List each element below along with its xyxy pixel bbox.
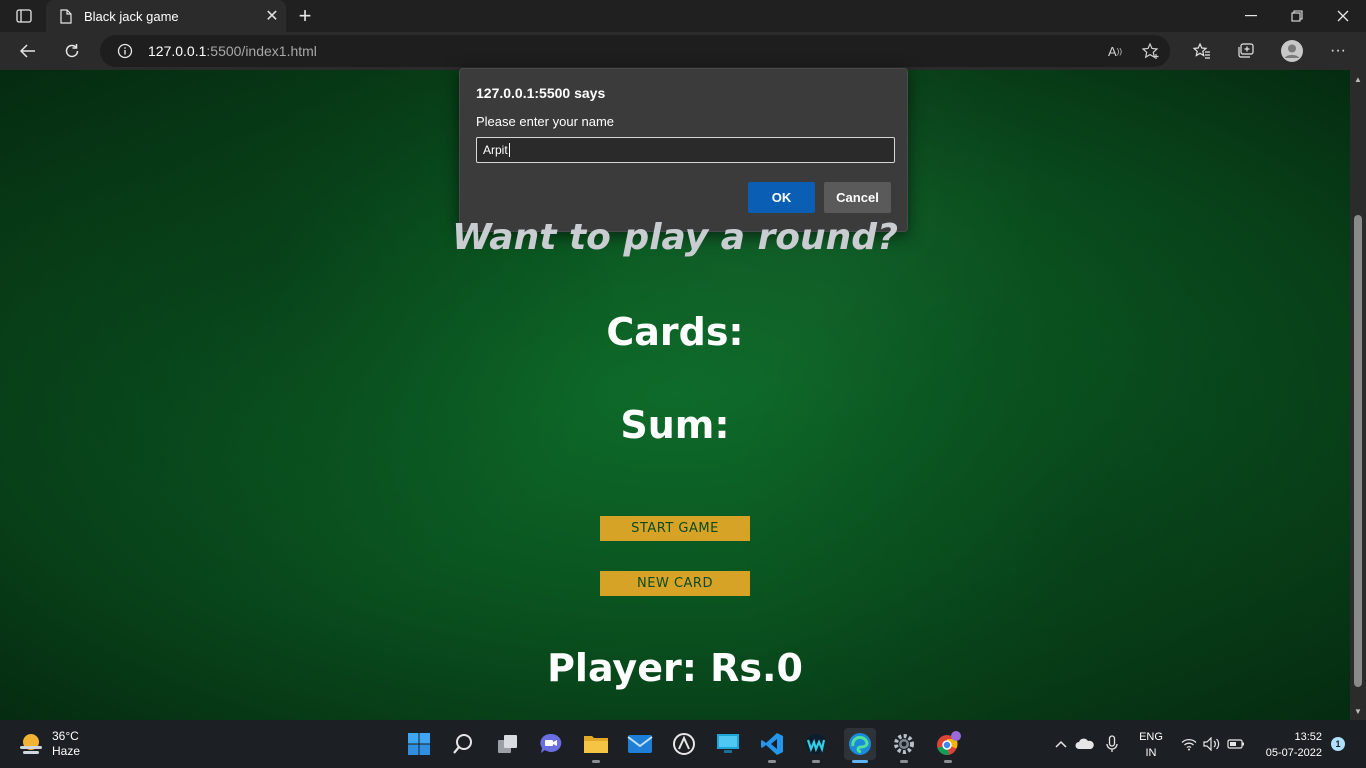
settings-icon[interactable]	[888, 728, 920, 763]
read-aloud-icon[interactable]: A))	[1100, 36, 1130, 66]
battery-icon[interactable]	[1227, 732, 1245, 756]
lang-line1: ENG	[1139, 731, 1163, 743]
page-heading: Want to play a round?	[452, 217, 898, 258]
page-scrollbar[interactable]: ▲ ▼	[1350, 70, 1366, 720]
cards-label: Cards:	[606, 310, 744, 354]
running-indicator	[900, 760, 908, 763]
weather-widget[interactable]: 36°C Haze	[18, 729, 80, 759]
prompt-dialog: 127.0.0.1:5500 says Please enter your na…	[459, 68, 908, 232]
running-indicator	[592, 760, 600, 763]
tab-actions-icon[interactable]	[10, 6, 38, 26]
task-view-icon[interactable]	[492, 728, 524, 760]
new-tab-icon[interactable]: +	[292, 3, 318, 28]
remote-desktop-icon[interactable]	[712, 728, 744, 760]
profile-avatar[interactable]	[1277, 36, 1307, 66]
scroll-down-icon[interactable]: ▼	[1350, 704, 1366, 718]
page-icon	[58, 8, 74, 24]
more-menu-icon[interactable]: ···	[1323, 36, 1353, 66]
player-label: Player: Rs.0	[547, 646, 803, 690]
tab-strip: Black jack game ✕ +	[0, 0, 1366, 32]
lang-line2: IN	[1145, 747, 1157, 759]
cancel-button[interactable]: Cancel	[824, 182, 891, 213]
onedrive-icon[interactable]	[1074, 732, 1096, 756]
favorites-icon[interactable]	[1187, 36, 1217, 66]
collections-icon[interactable]	[1231, 36, 1261, 66]
clock-date: 05-07-2022	[1265, 747, 1322, 759]
sum-label: Sum:	[620, 403, 730, 447]
tab-title: Black jack game	[84, 8, 179, 24]
file-explorer-icon[interactable]	[580, 728, 612, 763]
url-path: :5500/index1.html	[206, 43, 317, 59]
webex-icon[interactable]	[800, 728, 832, 763]
clock-time: 13:52	[1294, 731, 1322, 743]
volume-icon[interactable]	[1203, 732, 1221, 756]
microphone-icon[interactable]	[1103, 732, 1121, 756]
weather-haze-icon	[18, 731, 44, 757]
search-icon[interactable]	[447, 728, 479, 760]
chrome-icon[interactable]	[932, 728, 964, 763]
new-card-button[interactable]: NEW CARD	[600, 571, 750, 596]
notification-badge[interactable]: 1	[1331, 737, 1345, 751]
add-favorite-icon[interactable]	[1136, 36, 1166, 66]
back-icon[interactable]	[13, 36, 43, 66]
address-bar-row: 127.0.0.1:5500/index1.html A)) ···	[0, 32, 1366, 70]
text-caret	[508, 143, 510, 157]
running-indicator	[944, 760, 952, 763]
scroll-up-icon[interactable]: ▲	[1350, 72, 1366, 86]
chat-icon[interactable]	[535, 728, 567, 760]
edge-icon[interactable]	[844, 728, 876, 763]
restore-icon[interactable]	[1274, 0, 1320, 32]
start-game-button[interactable]: START GAME	[600, 516, 750, 541]
mail-icon[interactable]	[624, 728, 656, 760]
site-info-icon[interactable]	[116, 42, 134, 60]
name-input-value: Arpit	[483, 143, 508, 157]
wifi-icon[interactable]	[1180, 732, 1198, 756]
dialog-message: Please enter your name	[476, 114, 615, 129]
url-host: 127.0.0.1	[148, 43, 207, 59]
taskbar: 36°C Haze ENG IN 13:52 05-07-2022 1	[0, 720, 1366, 768]
scroll-thumb[interactable]	[1354, 215, 1362, 687]
close-window-icon[interactable]	[1320, 0, 1366, 32]
show-hidden-icons[interactable]	[1052, 732, 1070, 756]
dialog-origin: 127.0.0.1:5500 says	[476, 85, 606, 101]
clock[interactable]: 13:52 05-07-2022	[1252, 729, 1322, 761]
vscode-icon[interactable]	[756, 728, 788, 763]
weather-temp: 36°C	[52, 729, 79, 743]
start-icon[interactable]	[403, 728, 435, 760]
app-icon[interactable]	[668, 728, 700, 760]
running-indicator	[768, 760, 776, 763]
active-indicator	[852, 760, 868, 763]
refresh-icon[interactable]	[57, 36, 87, 66]
browser-tab[interactable]: Black jack game ✕	[46, 0, 286, 32]
tab-close-icon[interactable]: ✕	[258, 2, 286, 30]
weather-desc: Haze	[52, 744, 81, 758]
ok-button[interactable]: OK	[748, 182, 815, 213]
name-input[interactable]: Arpit	[476, 137, 895, 163]
running-indicator	[812, 760, 820, 763]
language-indicator[interactable]: ENG IN	[1136, 729, 1166, 761]
minimize-icon[interactable]	[1228, 0, 1274, 32]
url-field[interactable]: 127.0.0.1:5500/index1.html	[100, 35, 1170, 67]
